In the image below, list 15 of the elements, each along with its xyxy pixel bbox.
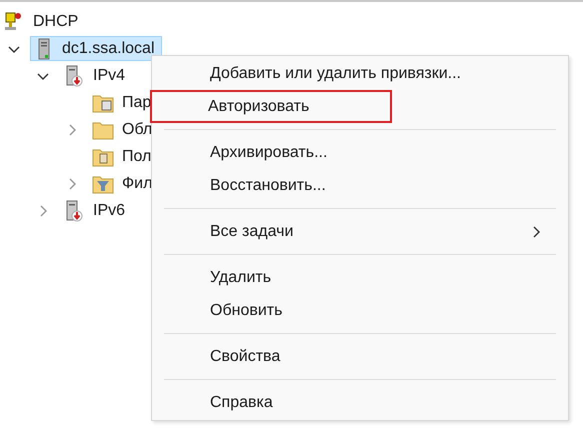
- tree-item[interactable]: IPv6: [59, 198, 132, 223]
- menu-item[interactable]: Авторизовать: [150, 90, 392, 123]
- menu-item[interactable]: Справка: [152, 386, 568, 419]
- tree-item[interactable]: IPv4: [59, 63, 132, 88]
- folder-document-icon: [92, 146, 114, 166]
- menu-item[interactable]: Обновить: [152, 294, 568, 327]
- menu-item[interactable]: Свойства: [152, 340, 568, 373]
- tree-root-label[interactable]: DHCP: [33, 10, 78, 34]
- folder-icon: [92, 120, 114, 140]
- filter-folder-icon: [92, 174, 114, 194]
- menu-item[interactable]: Удалить: [152, 261, 568, 294]
- dhcp-icon: [3, 12, 23, 32]
- tree-item[interactable]: dc1.ssa.local: [30, 36, 162, 61]
- menu-item[interactable]: Все задачи: [152, 215, 568, 248]
- folder-grid-icon: [92, 92, 114, 112]
